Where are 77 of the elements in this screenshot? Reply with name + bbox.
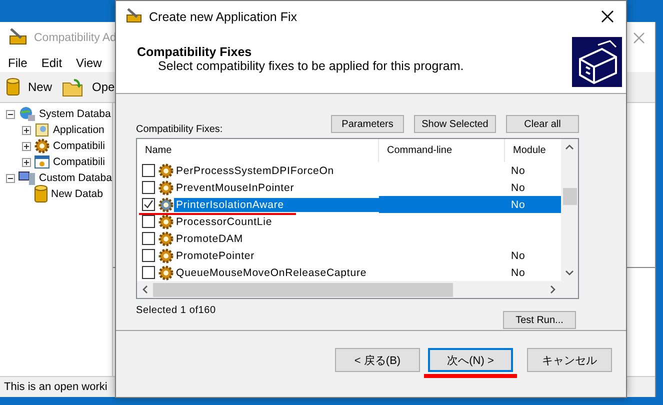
back-button[interactable]: < 戻る(B) <box>335 348 420 372</box>
fix-name[interactable]: PrinterIsolationAware <box>174 198 379 212</box>
toolbar-button[interactable]: New <box>6 77 52 97</box>
show-selected-button[interactable]: Show Selected <box>414 115 496 133</box>
dialog-title: Create new Application Fix <box>149 10 298 24</box>
checkbox[interactable] <box>142 215 155 228</box>
collapse-icon[interactable] <box>6 110 15 118</box>
checkbox[interactable] <box>142 164 155 177</box>
gear-icon <box>158 264 174 280</box>
next-button[interactable]: 次へ(N) > <box>428 348 513 372</box>
section-title: Compatibility Fixes <box>137 45 253 59</box>
status-text: This is an open worki <box>4 381 108 393</box>
folder-icon <box>62 77 84 97</box>
scroll-down-icon[interactable] <box>565 270 574 276</box>
checkbox[interactable] <box>142 266 155 279</box>
tree-item[interactable]: Compatibili <box>53 156 105 168</box>
list-label: Compatibility Fixes: <box>136 124 223 135</box>
scroll-right-icon[interactable] <box>550 285 556 294</box>
gear-icon <box>158 214 174 230</box>
table-cell: No <box>511 266 526 278</box>
gear-icon <box>158 162 174 178</box>
menu-item[interactable]: File <box>8 56 28 70</box>
database-icon <box>6 77 20 97</box>
wrench-box-icon <box>125 7 143 23</box>
tree-item[interactable]: Custom Databa <box>39 172 112 184</box>
menu-item[interactable]: View <box>76 56 102 70</box>
globe-computer-icon <box>18 106 36 122</box>
fix-name[interactable]: PromotePointer <box>174 248 379 262</box>
fix-name[interactable]: PerProcessSystemDPIForceOn <box>174 164 379 178</box>
collapse-icon[interactable] <box>6 174 15 182</box>
computer-case-icon <box>572 37 622 87</box>
checkbox[interactable] <box>142 249 155 262</box>
gear-icon <box>158 230 174 246</box>
checkbox[interactable] <box>142 232 155 245</box>
scroll-left-icon[interactable] <box>142 285 148 294</box>
column-header[interactable]: Module <box>505 139 561 162</box>
expand-icon[interactable] <box>22 126 31 134</box>
scroll-up-icon[interactable] <box>565 144 574 150</box>
selection-count: Selected 1 of160 <box>136 305 216 316</box>
vertical-scrollbar[interactable] <box>561 139 578 281</box>
scroll-thumb[interactable] <box>562 188 576 205</box>
column-header[interactable]: Name <box>137 139 379 162</box>
fix-name[interactable]: QueueMouseMoveOnReleaseCapture <box>174 266 379 280</box>
expand-icon[interactable] <box>22 158 31 166</box>
wrench-box-icon <box>8 26 28 44</box>
parameters-button[interactable]: Parameters <box>331 115 404 133</box>
checkbox[interactable] <box>142 181 155 194</box>
tree-item[interactable]: Application <box>53 124 104 136</box>
scroll-thumb[interactable] <box>153 282 453 296</box>
close-icon[interactable] <box>601 10 614 23</box>
checkbox[interactable] <box>142 198 155 211</box>
table-cell: No <box>511 182 526 194</box>
table-cell: No <box>511 250 526 262</box>
window-icon <box>34 154 50 170</box>
gear-icon <box>158 180 174 196</box>
gear-icon <box>158 196 174 212</box>
test-run-button[interactable]: Test Run... <box>503 311 576 329</box>
computer-icon <box>18 170 36 186</box>
tree-item[interactable]: New Datab <box>51 188 103 200</box>
fix-name[interactable]: ProcessorCountLie <box>174 214 379 228</box>
cancel-button[interactable]: キャンセル <box>527 348 612 372</box>
expand-icon[interactable] <box>22 142 31 150</box>
gear-icon <box>158 248 174 264</box>
menu-item[interactable]: Edit <box>41 56 62 70</box>
gear-icon <box>34 138 50 154</box>
fix-name[interactable]: PreventMouseInPointer <box>174 180 379 194</box>
database-icon <box>34 184 48 204</box>
table-cell: No <box>511 198 526 210</box>
toolbar-button[interactable]: Ope <box>62 77 115 97</box>
column-header[interactable]: Command-line <box>379 139 505 162</box>
clear-all-button[interactable]: Clear all <box>506 115 579 133</box>
tree-item[interactable]: Compatibili <box>53 140 105 152</box>
tree-item[interactable]: System Databa <box>39 108 111 120</box>
section-subtitle: Select compatibility fixes to be applied for this program. <box>157 59 464 73</box>
table-cell: No <box>511 164 526 176</box>
document-icon <box>34 122 50 138</box>
fix-name[interactable]: PromoteDAM <box>174 232 379 246</box>
